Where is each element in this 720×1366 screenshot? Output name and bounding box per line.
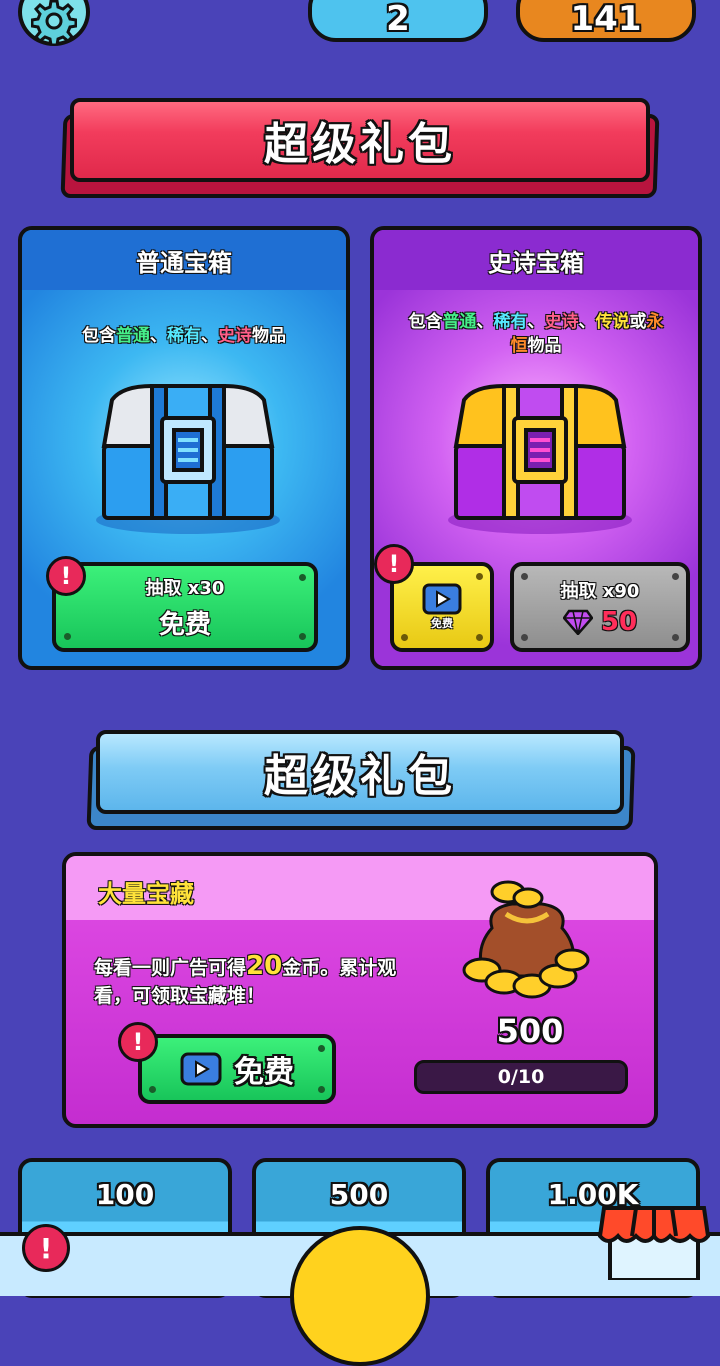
shop-icon[interactable]: [596, 1196, 712, 1280]
gem-icon: [562, 609, 593, 635]
settings-button[interactable]: [18, 0, 90, 46]
progress-text: 0/10: [497, 1066, 545, 1088]
alert-icon: !: [60, 562, 72, 590]
draw-count-label: 抽取 x90: [560, 581, 640, 602]
super-pack-banner-2: 超级礼包: [96, 730, 624, 814]
epic-chest-alert-badge: !: [374, 544, 414, 584]
blue-chest-icon: [96, 384, 280, 534]
treasure-progress-bar: 0/10: [414, 1060, 628, 1094]
nav-home-button[interactable]: [290, 1226, 430, 1366]
epic-chest-description: 包含普通、稀有、史诗、传说或永 恒物品: [408, 312, 664, 356]
banner-title: 超级礼包: [264, 751, 456, 802]
gear-icon: [31, 0, 77, 44]
banner-title: 超级礼包: [264, 119, 456, 170]
alert-icon: !: [39, 1231, 53, 1265]
treasure-description: 每看一则广告可得20金币。累计观 看，可领取宝藏堆！: [94, 951, 397, 1007]
gem-price-value: 50: [600, 607, 638, 637]
draw-count-label: 抽取 x30: [145, 577, 225, 599]
super-pack-banner: 超级礼包: [70, 98, 650, 182]
normal-chest-card: 普通宝箱 包含普通、稀有、史诗物品 抽取 x30 免费: [18, 226, 350, 670]
normal-chest-title: 普通宝箱: [22, 230, 346, 290]
gem-price: 50: [562, 607, 638, 637]
treasure-reward-amount: 500: [496, 1012, 564, 1050]
epic-chest-title: 史诗宝箱: [374, 230, 698, 290]
coin-bag-icon: [462, 880, 590, 999]
video-play-icon: [422, 583, 462, 615]
normal-chest-alert-badge: !: [46, 556, 86, 596]
ticket-counter[interactable]: 2: [308, 0, 488, 42]
coin-count: 141: [570, 0, 642, 39]
free-label: 免费: [234, 1055, 294, 1090]
ticket-count: 2: [386, 0, 410, 39]
free-label: 免费: [158, 609, 211, 640]
alert-icon: !: [132, 1028, 144, 1056]
epic-chest-gem-button[interactable]: 抽取 x90 50: [510, 562, 690, 652]
treasure-alert-badge: !: [118, 1022, 158, 1062]
normal-chest-description: 包含普通、稀有、史诗物品: [82, 326, 286, 346]
coin-counter[interactable]: 141: [516, 0, 696, 42]
video-play-icon: [180, 1052, 222, 1086]
ad-free-label: 免费: [431, 617, 453, 630]
alert-icon: !: [388, 550, 400, 578]
epic-chest-card: 史诗宝箱 包含普通、稀有、史诗、传说或永 恒物品 免费 抽取 x90 50: [370, 226, 702, 670]
treasure-free-button[interactable]: 免费: [138, 1034, 336, 1104]
treasure-title: 大量宝藏: [98, 880, 194, 908]
normal-chest-free-button[interactable]: 抽取 x30 免费: [52, 562, 318, 652]
nav-alert-badge: !: [22, 1224, 70, 1272]
purple-chest-icon: [448, 384, 632, 534]
